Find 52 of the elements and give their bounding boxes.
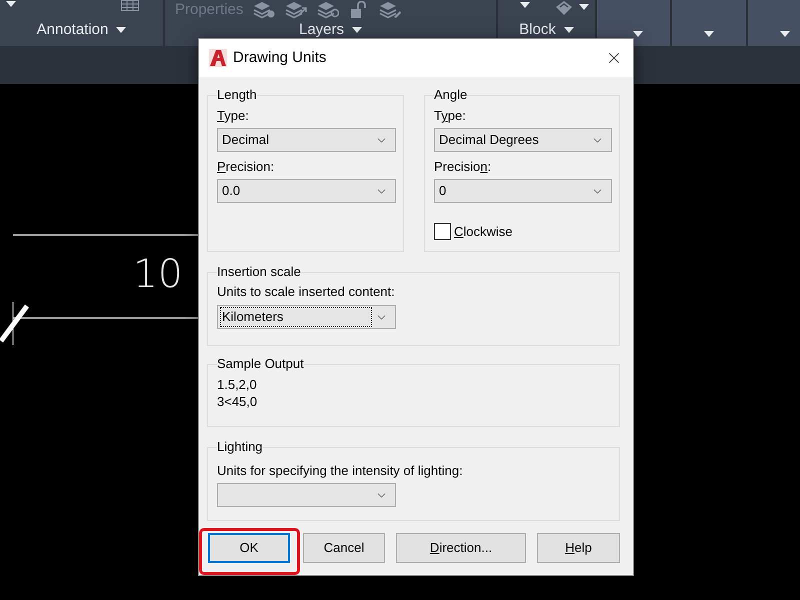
checkbox[interactable] <box>434 223 451 240</box>
panel-title-button[interactable]: Block <box>519 21 574 39</box>
field-label: Type: <box>217 108 249 124</box>
dimension-text: 10 <box>133 252 183 298</box>
caret-icon <box>520 2 530 8</box>
field-label: Precision: <box>434 159 492 175</box>
app-logo-icon <box>209 49 227 67</box>
ribbon-tile[interactable] <box>672 0 748 46</box>
table-icon[interactable] <box>121 0 139 11</box>
group-title: Sample Output <box>217 356 304 372</box>
tick-line <box>12 302 14 346</box>
layer-stack-icon[interactable] <box>379 1 402 19</box>
caret-icon <box>780 31 790 37</box>
sample-output-line: 1.5,2,0 <box>217 376 257 393</box>
dialog-button[interactable]: OK <box>208 533 290 563</box>
sample-output-line: 3<45,0 <box>217 393 258 410</box>
caret-icon <box>633 31 643 37</box>
ribbon-tile[interactable] <box>597 0 672 46</box>
dropdown[interactable]: Kilometers <box>217 305 396 329</box>
dropdown[interactable]: Decimal Degrees <box>434 128 612 152</box>
group-title: Insertion scale <box>217 264 301 280</box>
caret-icon <box>352 27 362 33</box>
caret-icon <box>6 1 16 7</box>
field-label: Units for specifying the intensity of lighting: <box>217 463 463 479</box>
dropdown[interactable]: 0.0 <box>217 179 396 203</box>
field-label: Precision: <box>217 159 274 175</box>
group-title: Angle <box>434 87 468 103</box>
dropdown[interactable]: Decimal <box>217 128 396 152</box>
window-title: Drawing Units <box>233 49 326 67</box>
caret-icon <box>564 27 574 33</box>
ribbon-label: Properties <box>175 1 244 19</box>
layer-stack-icon[interactable] <box>317 1 340 19</box>
dropdown[interactable]: 0 <box>434 179 612 203</box>
field-label: Type: <box>434 108 466 124</box>
dropdown[interactable] <box>217 483 396 507</box>
caret-icon <box>579 4 589 10</box>
dialog-button[interactable]: Direction... <box>396 533 526 563</box>
caret-icon <box>116 27 126 33</box>
panel-title-button[interactable]: Layers <box>298 21 362 39</box>
slash-mark <box>0 304 29 342</box>
ribbon-tile[interactable] <box>748 0 800 46</box>
checkbox-label[interactable]: Clockwise <box>454 224 513 240</box>
field-label: Units to scale inserted content: <box>217 284 395 300</box>
panel-title-button[interactable]: Annotation <box>36 21 126 39</box>
layer-stack-icon[interactable] <box>253 1 276 19</box>
group-title: Length <box>217 87 257 103</box>
group-title: Lighting <box>217 439 263 455</box>
caret-icon <box>704 31 714 37</box>
block-icon[interactable] <box>556 1 572 15</box>
layer-stack-icon[interactable] <box>285 1 308 19</box>
dialog-button[interactable]: Cancel <box>303 533 385 563</box>
dialog-button[interactable]: Help <box>537 533 620 563</box>
